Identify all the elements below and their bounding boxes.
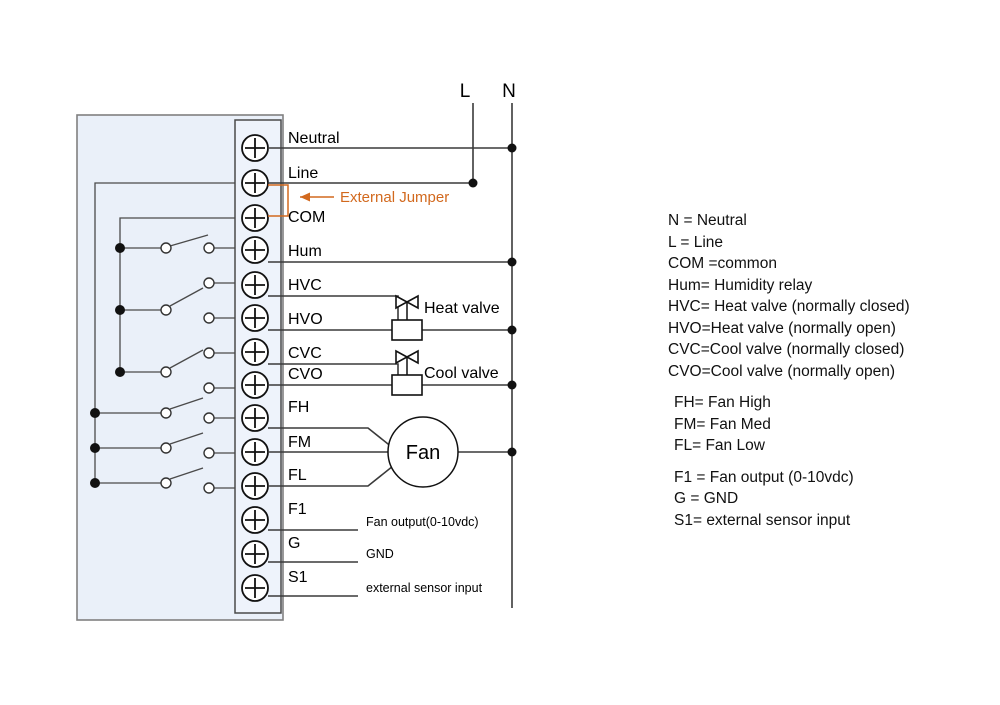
legend-item-f1: F1 = Fan output (0-10vdc) (674, 468, 854, 486)
legend-item-l: L = Line (668, 233, 724, 251)
legend-item-hvc: HVC= Heat valve (normally closed) (668, 298, 910, 315)
legend-group-fan-speeds: FH= Fan High FM= Fan Med FL= Fan Low (668, 392, 968, 457)
heat-valve-symbol (391, 294, 423, 341)
terminal-screw-f1[interactable] (241, 506, 269, 534)
terminal-screw-fl[interactable] (241, 472, 269, 500)
legend-item-hvo: HVO=Heat valve (normally open) (668, 319, 896, 337)
legend-item-n: N = Neutral (668, 212, 747, 229)
terminal-label-neutral: Neutral (288, 130, 340, 147)
cool-valve-label: Cool valve (424, 365, 499, 382)
terminal-screw-cvc[interactable] (241, 338, 269, 366)
terminal-label-com: COM (288, 209, 325, 226)
junction-dot-heat (507, 325, 517, 335)
legend-item-s1: S1= external sensor input (674, 511, 851, 529)
heat-valve-label: Heat valve (424, 300, 500, 317)
wire-label-f1: Fan output(0-10vdc) (366, 515, 479, 529)
terminal-screw-g[interactable] (241, 540, 269, 568)
legend-item-fh: FH= Fan High (674, 394, 771, 411)
terminal-label-line: Line (288, 165, 318, 182)
terminal-screw-cvo[interactable] (241, 371, 269, 399)
terminal-screw-fm[interactable] (241, 438, 269, 466)
legend-item-com: COM =common (668, 255, 777, 272)
legend-group-io: F1 = Fan output (0-10vdc) G = GND S1= ex… (668, 467, 968, 532)
terminal-label-s1: S1 (288, 569, 308, 586)
terminal-label-f1: F1 (288, 501, 307, 518)
legend-item-cvc: CVC=Cool valve (normally closed) (668, 341, 905, 358)
legend-group-valves: Hum= Humidity relay HVC= Heat valve (nor… (668, 275, 968, 383)
legend-item-hum: Hum= Humidity relay (668, 276, 813, 294)
legend-group-power: N = Neutral L = Line COM =common (668, 210, 968, 275)
junction-dot-neutral (507, 143, 517, 153)
legend-panel: N = Neutral L = Line COM =common Hum= Hu… (668, 210, 968, 531)
terminal-label-g: G (288, 535, 300, 552)
terminal-screw-fh[interactable] (241, 404, 269, 432)
junction-dot-hum (507, 257, 517, 267)
terminal-screw-line[interactable] (241, 169, 269, 197)
terminal-label-hvo: HVO (288, 311, 323, 328)
external-jumper-arrow-icon (300, 192, 334, 202)
external-jumper-label: External Jumper (340, 189, 449, 206)
terminal-screw-hum[interactable] (241, 236, 269, 264)
terminal-label-fl: FL (288, 467, 307, 484)
terminal-screw-s1[interactable] (241, 574, 269, 602)
legend-item-g: G = GND (674, 490, 739, 507)
terminal-screw-neutral[interactable] (241, 134, 269, 162)
legend-item-fl: FL= Fan Low (674, 437, 765, 454)
terminal-label-cvo: CVO (288, 366, 323, 383)
terminal-screw-com[interactable] (241, 204, 269, 232)
fan-label: Fan (406, 442, 440, 464)
terminal-label-fm: FM (288, 434, 311, 451)
terminal-label-hvc: HVC (288, 277, 322, 294)
diagram-canvas: L N Neutral Line COM Hum HVC HVO CVC CVO… (0, 0, 1000, 705)
terminal-label-hum: Hum (288, 243, 322, 260)
supply-label-neutral: N (502, 81, 516, 102)
terminal-label-cvc: CVC (288, 345, 322, 362)
wire-label-g: GND (366, 547, 394, 561)
legend-item-cvo: CVO=Cool valve (normally open) (668, 362, 895, 380)
junction-dot-fan (507, 447, 517, 457)
cool-valve-symbol (391, 349, 423, 396)
terminal-screw-hvc[interactable] (241, 271, 269, 299)
junction-dot-cool (507, 380, 517, 390)
legend-item-fm: FM= Fan Med (674, 415, 771, 433)
terminal-label-fh: FH (288, 399, 309, 416)
wire-label-s1: external sensor input (366, 581, 483, 595)
legend-spacer-2 (668, 457, 968, 467)
supply-label-line: L (460, 81, 471, 102)
terminal-screw-hvo[interactable] (241, 304, 269, 332)
legend-spacer-1 (668, 382, 968, 392)
junction-dot-line (468, 178, 478, 188)
